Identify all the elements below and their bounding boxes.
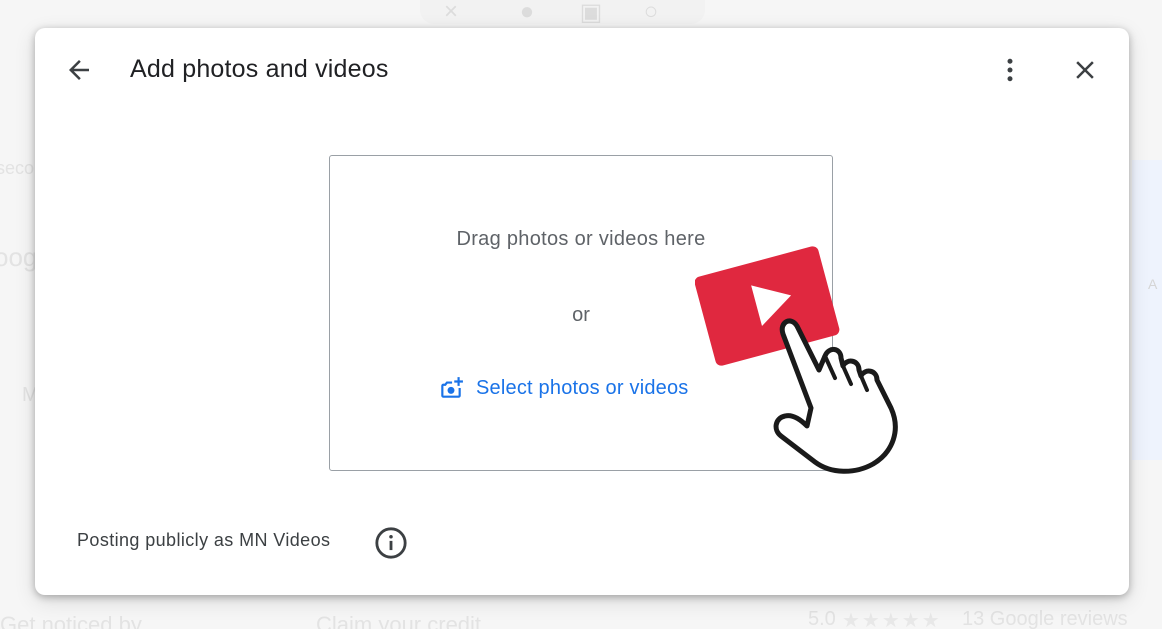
- select-photos-label: Select photos or videos: [476, 376, 689, 399]
- background-panel: [1132, 160, 1162, 460]
- info-icon: [375, 527, 407, 559]
- star-rating-icon: ★★★★★: [842, 610, 942, 629]
- dialog-title: Add photos and videos: [130, 55, 389, 83]
- select-photos-button[interactable]: Select photos or videos: [438, 374, 689, 402]
- background-search-bar: × ● ▣ ○: [420, 0, 705, 26]
- add-photo-icon: [438, 375, 464, 401]
- clear-icon: ×: [443, 0, 458, 25]
- more-options-button[interactable]: [988, 48, 1032, 92]
- more-vert-icon: [1007, 58, 1013, 82]
- background-text: seco: [0, 158, 35, 178]
- info-button[interactable]: [371, 523, 411, 563]
- background-text: Get noticed by: [0, 612, 142, 629]
- camera-icon: ▣: [579, 0, 603, 26]
- background-reviews: 13 Google reviews: [962, 608, 1128, 629]
- back-button[interactable]: [57, 48, 101, 92]
- play-icon: [695, 246, 840, 366]
- background-text: A: [1148, 276, 1158, 292]
- video-upload-overlay: [695, 246, 898, 474]
- add-photos-dialog: Add photos and videos Drag photos or vid…: [35, 28, 1129, 595]
- close-icon: [1076, 61, 1094, 79]
- background-text: Claim your credit: [316, 612, 482, 629]
- pointing-hand-icon: [773, 318, 898, 474]
- close-button[interactable]: [1063, 48, 1107, 92]
- mic-icon: ●: [519, 0, 535, 25]
- background-text: oog: [0, 242, 38, 272]
- posting-as-text: Posting publicly as MN Videos: [77, 530, 331, 550]
- search-icon: ○: [643, 0, 659, 25]
- arrow-left-icon: [69, 60, 89, 80]
- background-rating: 5.0: [808, 608, 836, 629]
